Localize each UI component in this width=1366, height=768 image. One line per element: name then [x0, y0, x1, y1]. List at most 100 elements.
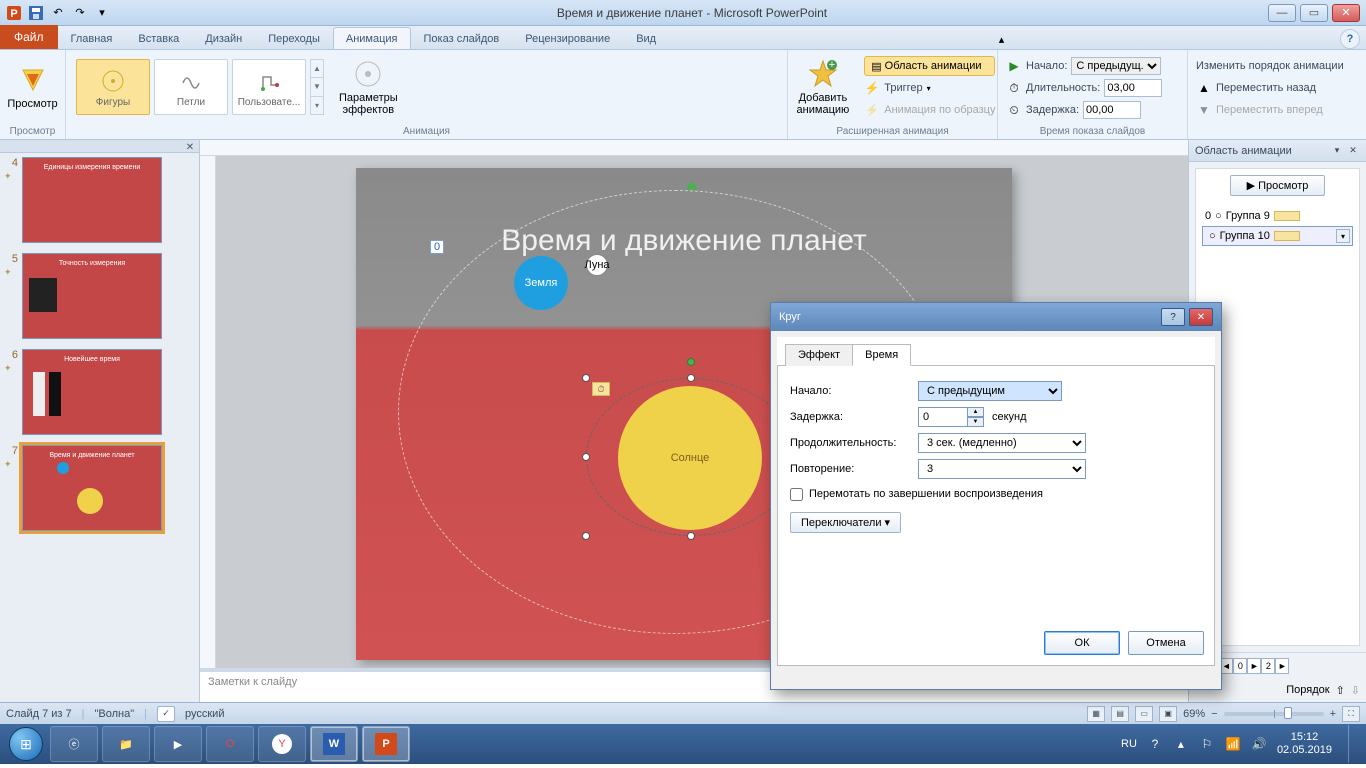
dlg-repeat-select[interactable]: 3: [918, 459, 1086, 479]
tab-transitions[interactable]: Переходы: [255, 27, 333, 49]
undo-icon[interactable]: ↶: [48, 3, 68, 23]
thumbnails-close-icon[interactable]: ✕: [183, 140, 197, 154]
handle-s[interactable]: [687, 532, 695, 540]
zoom-out-icon[interactable]: −: [1211, 708, 1217, 720]
reorder-up-icon[interactable]: ⇧: [1336, 684, 1345, 697]
move-earlier-button[interactable]: ▲Переместить назад: [1196, 78, 1358, 98]
earth-shape[interactable]: Земля: [514, 256, 568, 310]
animation-pane-play-button[interactable]: ▶ Просмотр: [1230, 175, 1326, 196]
animation-pane-close-icon[interactable]: ✕: [1346, 144, 1360, 158]
dlg-start-label: Начало:: [790, 385, 910, 397]
tray-help-icon[interactable]: ?: [1147, 736, 1163, 752]
clock[interactable]: 15:12 02.05.2019: [1277, 731, 1332, 757]
handle-n[interactable]: [687, 374, 695, 382]
loops-icon: [177, 67, 205, 95]
duration-input[interactable]: [1104, 79, 1162, 97]
effect-options-button[interactable]: Параметры эффектов: [332, 54, 405, 120]
save-icon[interactable]: [26, 3, 46, 23]
handle-w[interactable]: [582, 453, 590, 461]
thumbnail-7[interactable]: 7✦ Время и движение планет: [4, 445, 199, 531]
add-animation-button[interactable]: + Добавить анимацию: [790, 54, 857, 120]
view-slideshow-icon[interactable]: ▣: [1159, 706, 1177, 722]
task-ie[interactable]: ⓔ: [50, 726, 98, 762]
qat-more-icon[interactable]: ▾: [92, 3, 112, 23]
zoom-in-icon[interactable]: +: [1330, 708, 1336, 720]
tray-volume-icon[interactable]: 🔊: [1251, 736, 1267, 752]
dialog-help-button[interactable]: ?: [1161, 308, 1185, 326]
animation-item-1[interactable]: 0 ○ Группа 9: [1202, 206, 1353, 226]
zoom-slider[interactable]: [1224, 712, 1324, 716]
fit-to-window-icon[interactable]: ⛶: [1342, 706, 1360, 722]
tab-slideshow[interactable]: Показ слайдов: [411, 27, 513, 49]
reorder-down-icon[interactable]: ⇩: [1351, 684, 1360, 697]
dlg-cancel-button[interactable]: Отмена: [1128, 631, 1204, 655]
tab-review[interactable]: Рецензирование: [512, 27, 623, 49]
tray-network-icon[interactable]: 📶: [1225, 736, 1241, 752]
restore-button[interactable]: ▭: [1300, 4, 1328, 22]
start-select[interactable]: С предыдущ...: [1071, 57, 1161, 75]
anim-order-tag-path[interactable]: ⏱: [592, 382, 610, 396]
handle-nw[interactable]: [582, 374, 590, 382]
anim-order-tag-0[interactable]: 0: [430, 240, 444, 254]
view-reading-icon[interactable]: ▭: [1135, 706, 1153, 722]
dlg-start-select[interactable]: С предыдущим: [918, 381, 1062, 401]
start-button[interactable]: ⊞: [4, 725, 48, 763]
app-icon[interactable]: P: [4, 3, 24, 23]
minimize-button[interactable]: —: [1268, 4, 1296, 22]
zoom-percent[interactable]: 69%: [1183, 708, 1205, 720]
help-icon[interactable]: ?: [1340, 29, 1360, 49]
task-media[interactable]: ▶: [154, 726, 202, 762]
dialog-titlebar[interactable]: Круг ? ✕: [771, 303, 1221, 331]
file-tab[interactable]: Файл: [0, 25, 58, 49]
thumbnail-4[interactable]: 4✦ Единицы измерения времени: [4, 157, 199, 243]
tray-flag-icon[interactable]: ⚐: [1199, 736, 1215, 752]
gallery-item-shapes[interactable]: Фигуры: [76, 59, 150, 115]
ribbon-minimize-icon[interactable]: ▴: [992, 29, 1012, 49]
moon-shape[interactable]: Луна: [586, 254, 608, 276]
input-language[interactable]: RU: [1121, 738, 1137, 750]
tab-home[interactable]: Главная: [58, 27, 126, 49]
task-word[interactable]: W: [310, 726, 358, 762]
view-sorter-icon[interactable]: ▤: [1111, 706, 1129, 722]
delay-input[interactable]: [1083, 101, 1141, 119]
language-indicator[interactable]: русский: [185, 708, 224, 720]
dialog-tab-effect[interactable]: Эффект: [785, 344, 853, 366]
dlg-duration-select[interactable]: 3 сек. (медленно): [918, 433, 1086, 453]
animation-item-2[interactable]: ○ Группа 10 ▾: [1202, 226, 1353, 246]
gallery-scroll[interactable]: ▲▼▾: [310, 59, 324, 115]
preview-button[interactable]: Просмотр: [0, 54, 64, 120]
task-powerpoint[interactable]: P: [362, 726, 410, 762]
thumbnail-6[interactable]: 6✦ Новейшее время: [4, 349, 199, 435]
tab-view[interactable]: Вид: [623, 27, 669, 49]
show-desktop-button[interactable]: [1348, 725, 1358, 763]
spellcheck-icon[interactable]: ✓: [157, 706, 175, 722]
thumbnail-5[interactable]: 5✦ Точность измерения: [4, 253, 199, 339]
dlg-triggers-button[interactable]: Переключатели ▾: [790, 512, 901, 533]
gallery-item-loops[interactable]: Петли: [154, 59, 228, 115]
task-explorer[interactable]: 📁: [102, 726, 150, 762]
animation-pane-button[interactable]: ▤ Область анимации: [864, 56, 995, 76]
close-button[interactable]: ✕: [1332, 4, 1360, 22]
view-normal-icon[interactable]: ▦: [1087, 706, 1105, 722]
sun-shape[interactable]: Солнце: [618, 386, 762, 530]
redo-icon[interactable]: ↷: [70, 3, 90, 23]
animation-pane-dropdown-icon[interactable]: ▾: [1330, 144, 1344, 158]
task-opera[interactable]: O: [206, 726, 254, 762]
task-yandex[interactable]: Y: [258, 726, 306, 762]
gallery-item-custom[interactable]: Пользовате...: [232, 59, 306, 115]
timeline-nav[interactable]: ◄0►2►: [1219, 658, 1289, 674]
tab-insert[interactable]: Вставка: [125, 27, 192, 49]
dlg-delay-input[interactable]: [918, 407, 968, 427]
anim-item-dropdown[interactable]: ▾: [1336, 229, 1350, 243]
tab-design[interactable]: Дизайн: [192, 27, 255, 49]
rotation-handle[interactable]: [687, 358, 695, 366]
dlg-ok-button[interactable]: ОК: [1044, 631, 1120, 655]
handle-sw[interactable]: [582, 532, 590, 540]
dlg-rewind-checkbox[interactable]: [790, 488, 803, 501]
dlg-delay-spinner[interactable]: ▲▼: [968, 407, 984, 427]
dialog-tab-timing[interactable]: Время: [852, 344, 911, 366]
tab-animations[interactable]: Анимация: [333, 27, 411, 49]
tray-chevron-icon[interactable]: ▴: [1173, 736, 1189, 752]
dialog-close-button[interactable]: ✕: [1189, 308, 1213, 326]
trigger-button[interactable]: ⚡ Триггер▾: [864, 78, 995, 98]
